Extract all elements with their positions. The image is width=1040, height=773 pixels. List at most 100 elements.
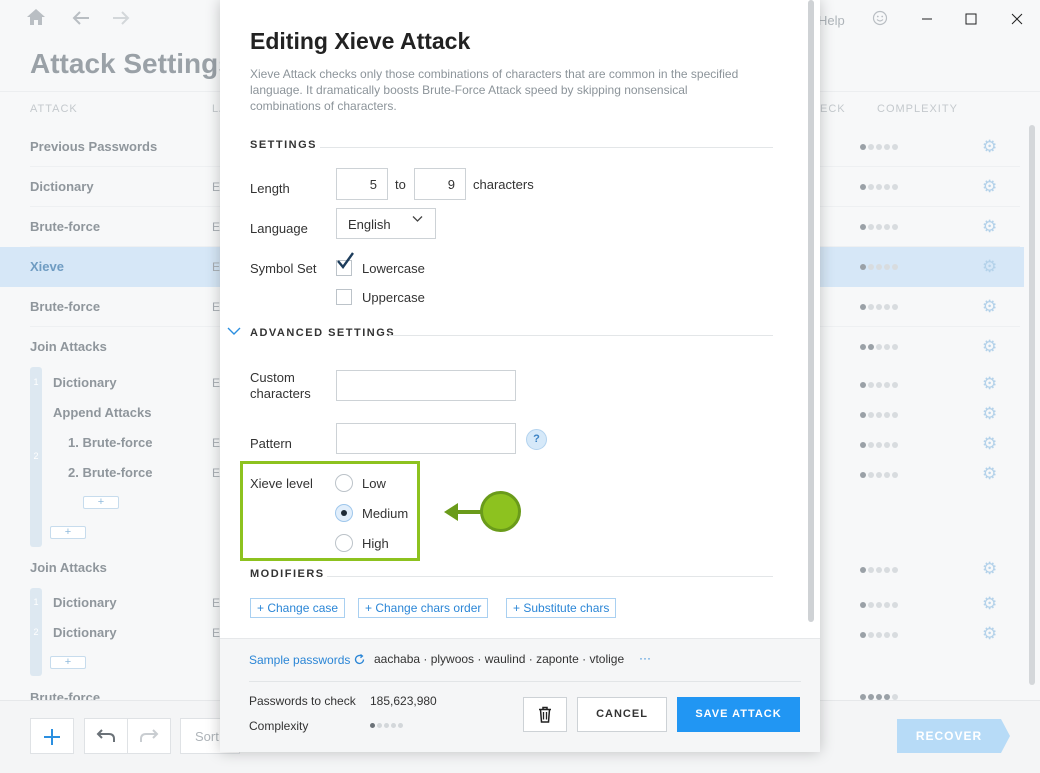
add-join-attack-button[interactable]: + xyxy=(50,526,86,539)
length-min-input[interactable]: 5 xyxy=(336,168,388,200)
length-unit-label: characters xyxy=(473,177,534,192)
row-language: E xyxy=(212,180,221,194)
save-attack-button[interactable]: SAVE ATTACK xyxy=(677,697,800,732)
help-link[interactable]: Help xyxy=(818,13,845,28)
chevron-down-icon[interactable] xyxy=(227,324,241,339)
back-arrow-icon[interactable] xyxy=(72,9,90,32)
smiley-icon[interactable] xyxy=(872,10,888,31)
column-header-complexity[interactable]: COMPLEXITY xyxy=(877,103,958,115)
gear-icon[interactable]: ⚙ xyxy=(982,434,997,454)
row-language: E xyxy=(212,466,221,480)
group-number: 1 xyxy=(33,377,39,387)
gear-icon[interactable]: ⚙ xyxy=(982,337,997,357)
pattern-input[interactable] xyxy=(336,423,516,454)
row-language: E xyxy=(212,626,221,640)
gear-icon[interactable]: ⚙ xyxy=(982,374,997,394)
row-language: E xyxy=(212,436,221,450)
change-chars-order-button[interactable]: + Change chars order xyxy=(358,598,489,618)
complexity-label: Complexity xyxy=(249,719,309,733)
minimize-icon[interactable] xyxy=(921,12,933,30)
join-item-dictionary[interactable]: Dictionary xyxy=(53,595,117,610)
annotation-arrow-head xyxy=(444,503,458,521)
complexity-dots xyxy=(860,567,898,573)
gear-icon[interactable]: ⚙ xyxy=(982,464,997,484)
gear-icon[interactable]: ⚙ xyxy=(982,594,997,614)
close-icon[interactable] xyxy=(1011,12,1023,30)
forward-arrow-icon[interactable] xyxy=(112,9,130,32)
custom-characters-input[interactable] xyxy=(336,370,516,401)
group-number: 2 xyxy=(33,451,39,461)
dialog-scrollbar[interactable] xyxy=(808,0,814,622)
substitute-chars-button[interactable]: + Substitute chars xyxy=(506,598,617,618)
row-label: Brute-force xyxy=(30,299,101,314)
modifiers-section-title: MODIFIERS xyxy=(250,568,325,580)
advanced-settings-toggle[interactable]: ADVANCED SETTINGS xyxy=(250,327,395,339)
recover-button[interactable]: RECOVER xyxy=(897,719,1010,753)
group-number: 2 xyxy=(33,627,39,637)
gear-icon[interactable]: ⚙ xyxy=(982,257,997,277)
language-select-value: English xyxy=(348,217,391,232)
append-attacks-label[interactable]: Append Attacks xyxy=(53,405,151,420)
undo-button[interactable] xyxy=(84,718,128,754)
gear-icon[interactable]: ⚙ xyxy=(982,217,997,237)
dialog-title: Editing Xieve Attack xyxy=(250,28,471,54)
add-join-attack-button[interactable]: + xyxy=(50,656,86,669)
row-label: Join Attacks xyxy=(30,339,107,354)
gear-icon[interactable]: ⚙ xyxy=(982,624,997,644)
settings-section-title: SETTINGS xyxy=(250,139,318,151)
lowercase-label[interactable]: Lowercase xyxy=(362,261,425,276)
length-max-input[interactable]: 9 xyxy=(414,168,466,200)
undo-icon xyxy=(96,729,115,742)
help-icon[interactable]: ? xyxy=(526,429,547,450)
annotation-circle xyxy=(480,491,521,532)
sample-passwords-list: aachaba · plywoos · waulind · zaponte · … xyxy=(374,652,625,666)
add-attack-button[interactable] xyxy=(30,718,74,754)
maximize-icon[interactable] xyxy=(965,12,977,30)
complexity-dots xyxy=(860,344,898,350)
gear-icon[interactable]: ⚙ xyxy=(982,559,997,579)
complexity-dots xyxy=(860,412,898,418)
gear-icon[interactable]: ⚙ xyxy=(982,404,997,424)
section-divider xyxy=(327,576,773,577)
complexity-dots xyxy=(860,264,898,270)
complexity-dots xyxy=(860,382,898,388)
row-label: Previous Passwords xyxy=(30,139,158,154)
join-item-brute-force-2[interactable]: 2. Brute-force xyxy=(68,465,153,480)
delete-attack-button[interactable] xyxy=(523,697,567,732)
chevron-down-icon xyxy=(412,214,423,226)
page-title: Attack Settings xyxy=(30,48,234,79)
row-label: Xieve xyxy=(30,259,64,274)
join-item-dictionary[interactable]: Dictionary xyxy=(53,375,117,390)
gear-icon[interactable]: ⚙ xyxy=(982,137,997,157)
join-attacks-title[interactable]: Join Attacks xyxy=(30,560,107,575)
plus-icon xyxy=(44,729,60,745)
custom-characters-label: Custom characters xyxy=(250,370,311,401)
group-number: 1 xyxy=(33,597,39,607)
symbol-set-label: Symbol Set xyxy=(250,261,317,276)
gear-icon[interactable]: ⚙ xyxy=(982,297,997,317)
pattern-label: Pattern xyxy=(250,436,292,451)
complexity-indicator xyxy=(370,723,403,728)
complexity-dots xyxy=(860,472,898,478)
row-language: E xyxy=(212,220,221,234)
sample-passwords-link[interactable]: Sample passwords xyxy=(249,653,365,667)
passwords-to-check-value: 185,623,980 xyxy=(370,694,437,708)
join-item-dictionary[interactable]: Dictionary xyxy=(53,625,117,640)
column-header-attack[interactable]: ATTACK xyxy=(30,103,78,115)
complexity-dots xyxy=(860,184,898,190)
gear-icon[interactable]: ⚙ xyxy=(982,177,997,197)
section-divider xyxy=(389,335,773,336)
home-icon[interactable] xyxy=(26,8,46,32)
list-scrollbar[interactable] xyxy=(1029,125,1035,685)
column-header-check[interactable]: ECK xyxy=(820,103,846,115)
dialog-description: Xieve Attack checks only those combinati… xyxy=(250,67,739,113)
complexity-dots xyxy=(860,602,898,608)
join-item-brute-force-1[interactable]: 1. Brute-force xyxy=(68,435,153,450)
uppercase-label[interactable]: Uppercase xyxy=(362,290,425,305)
add-append-attack-button[interactable]: + xyxy=(83,496,119,509)
more-samples-link[interactable]: ··· xyxy=(639,651,651,665)
change-case-button[interactable]: + Change case xyxy=(250,598,346,618)
cancel-button[interactable]: CANCEL xyxy=(577,697,667,732)
redo-button[interactable] xyxy=(127,718,171,754)
uppercase-checkbox[interactable] xyxy=(336,289,352,305)
